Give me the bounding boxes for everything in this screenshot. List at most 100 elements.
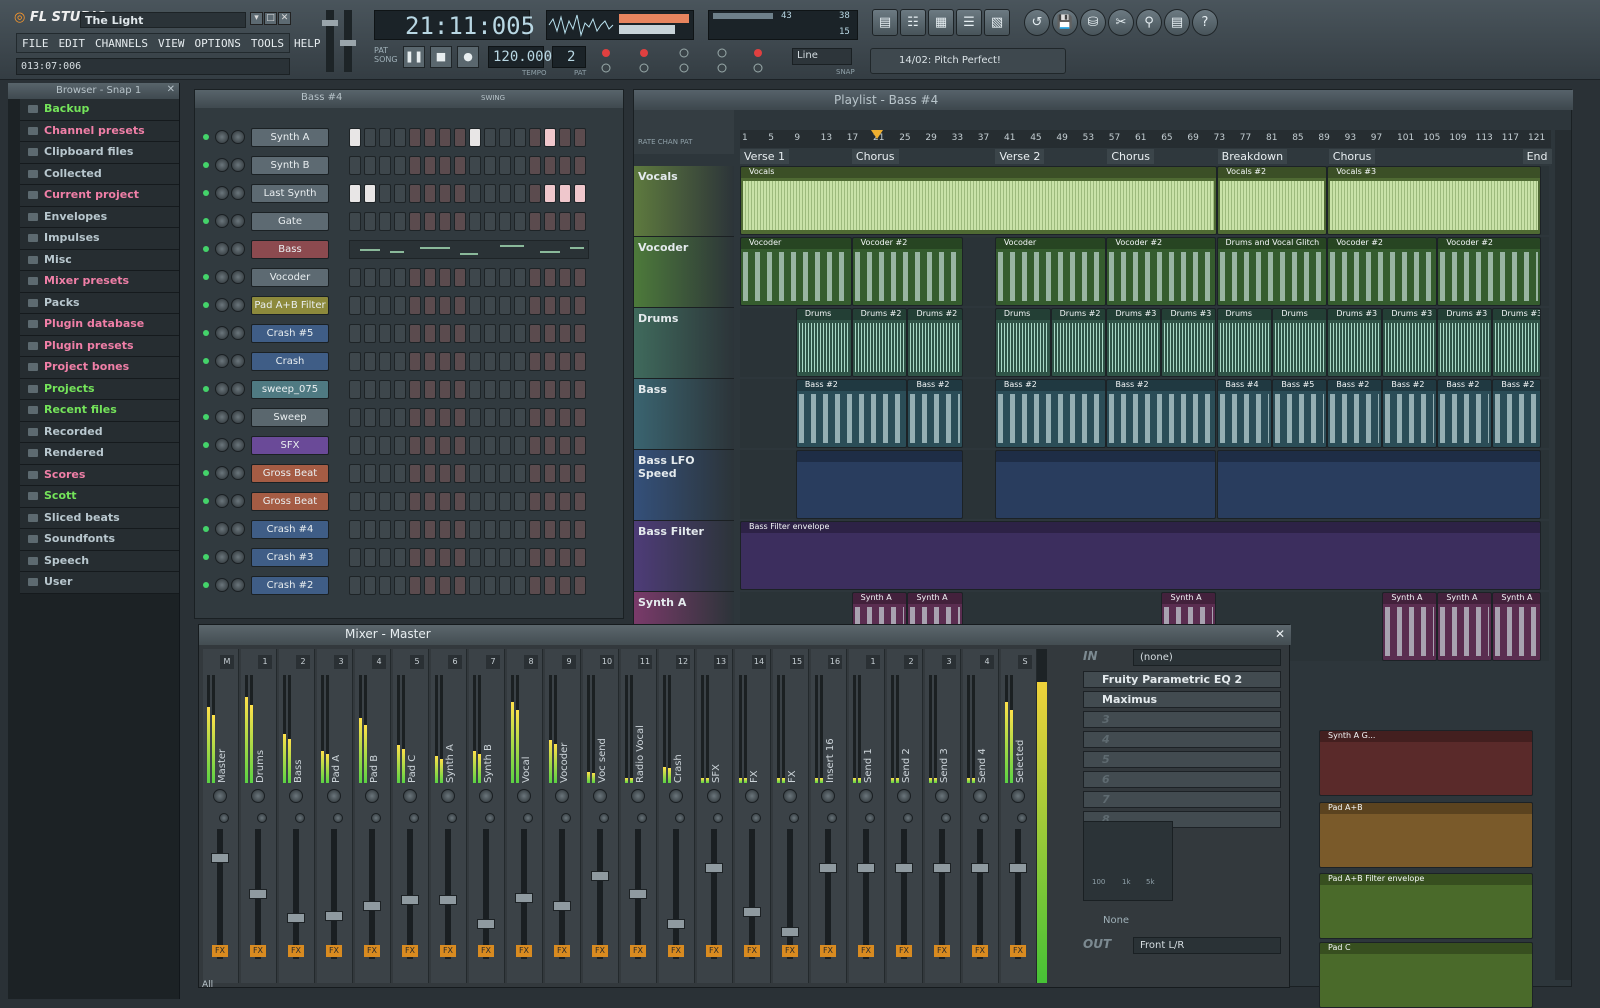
step-button[interactable]: [409, 324, 421, 343]
volume-fader[interactable]: [401, 895, 419, 905]
step-button[interactable]: [544, 324, 556, 343]
step-button[interactable]: [484, 324, 496, 343]
record-button[interactable]: ●: [457, 46, 479, 68]
step-button[interactable]: [424, 548, 436, 567]
step-button[interactable]: [529, 352, 541, 371]
master-pitch-slider[interactable]: [340, 10, 356, 72]
pattern-clip[interactable]: Bass #2: [994, 379, 1107, 448]
fader-track[interactable]: [483, 829, 489, 959]
step-button[interactable]: [394, 296, 406, 315]
step-button[interactable]: [439, 436, 451, 455]
channel-mute-led[interactable]: [203, 582, 209, 588]
browser-folder[interactable]: Soundfonts: [20, 529, 179, 551]
step-button[interactable]: [349, 408, 361, 427]
step-button[interactable]: [364, 324, 376, 343]
strip-stereo-knob[interactable]: [827, 813, 837, 823]
pause-button[interactable]: ❚❚: [403, 46, 425, 68]
pattern-clip[interactable]: Synth A: [1382, 592, 1438, 661]
browser-folder[interactable]: Channel presets: [20, 120, 179, 142]
waveform-monitor[interactable]: [546, 10, 694, 40]
pattern-clip[interactable]: Drums: [1272, 308, 1328, 377]
step-button[interactable]: [469, 128, 481, 147]
channel-volume-knob[interactable]: [231, 494, 245, 508]
step-button[interactable]: [349, 436, 361, 455]
fx-toggle[interactable]: FX: [744, 945, 760, 957]
step-button[interactable]: [409, 184, 421, 203]
mixer-strip[interactable]: 1 Send 1 FX: [849, 649, 885, 983]
step-button[interactable]: [364, 380, 376, 399]
step-button[interactable]: [349, 324, 361, 343]
step-button[interactable]: [529, 548, 541, 567]
pattern-clip[interactable]: Vocoder #2: [1106, 237, 1217, 306]
step-button[interactable]: [544, 380, 556, 399]
step-button[interactable]: [484, 408, 496, 427]
step-button[interactable]: [574, 520, 586, 539]
volume-fader[interactable]: [971, 862, 989, 873]
channel-name-button[interactable]: Gross Beat: [251, 464, 329, 483]
pattern-number[interactable]: 2: [552, 46, 586, 68]
step-button[interactable]: [424, 268, 436, 287]
step-button[interactable]: [379, 380, 391, 399]
step-button[interactable]: [394, 380, 406, 399]
pattern-title[interactable]: Bass #4: [301, 92, 342, 103]
step-button[interactable]: [349, 212, 361, 231]
volume-fader[interactable]: [895, 862, 913, 873]
step-button[interactable]: [349, 520, 361, 539]
step-button[interactable]: [454, 548, 466, 567]
snap-select[interactable]: Line: [792, 48, 852, 65]
channel-volume-knob[interactable]: [231, 186, 245, 200]
step-button[interactable]: [499, 464, 511, 483]
channel-mute-led[interactable]: [203, 246, 209, 252]
step-button[interactable]: [499, 492, 511, 511]
step-button[interactable]: [499, 576, 511, 595]
fader-track[interactable]: [369, 829, 375, 959]
strip-pan-knob[interactable]: [365, 789, 379, 803]
step-button[interactable]: [454, 156, 466, 175]
fx-slot[interactable]: 5: [1083, 751, 1281, 768]
fader-track[interactable]: [901, 829, 907, 959]
channel-pan-knob[interactable]: [215, 130, 229, 144]
pattern-clip[interactable]: Vocals: [740, 166, 1218, 235]
step-button[interactable]: [469, 156, 481, 175]
pattern-clip[interactable]: Bass #4: [1216, 379, 1273, 448]
channel-name-button[interactable]: Gate: [251, 212, 329, 231]
channel-name-button[interactable]: Gross Beat: [251, 492, 329, 511]
channel-name-button[interactable]: Crash: [251, 352, 329, 371]
browser-folder[interactable]: Recent files: [20, 400, 179, 422]
channel-volume-knob[interactable]: [231, 550, 245, 564]
pattern-clip[interactable]: Drums #3: [1327, 308, 1383, 377]
channel-volume-knob[interactable]: [231, 158, 245, 172]
step-button[interactable]: [529, 464, 541, 483]
fx-toggle[interactable]: FX: [630, 945, 646, 957]
step-button[interactable]: [454, 268, 466, 287]
step-button[interactable]: [469, 352, 481, 371]
pattern-clip[interactable]: Pad A+B Filter envelope: [1319, 873, 1533, 939]
strip-pan-knob[interactable]: [783, 789, 797, 803]
menu-file[interactable]: FILE: [17, 34, 54, 52]
step-button[interactable]: [559, 520, 571, 539]
step-button[interactable]: [484, 548, 496, 567]
eq-none-select[interactable]: None: [1103, 915, 1129, 926]
song-marker[interactable]: Verse 1: [740, 149, 789, 164]
step-button[interactable]: [439, 380, 451, 399]
step-button[interactable]: [424, 128, 436, 147]
step-button[interactable]: [394, 324, 406, 343]
step-button[interactable]: [529, 408, 541, 427]
time-display[interactable]: 21:11:005: [374, 10, 535, 40]
fx-toggle[interactable]: FX: [288, 945, 304, 957]
channel-mute-led[interactable]: [203, 134, 209, 140]
channel-pan-knob[interactable]: [215, 438, 229, 452]
strip-stereo-knob[interactable]: [447, 813, 457, 823]
step-button[interactable]: [484, 184, 496, 203]
step-button[interactable]: [574, 268, 586, 287]
step-button[interactable]: [409, 436, 421, 455]
browser-folder[interactable]: Backup: [20, 99, 179, 121]
step-button[interactable]: [379, 184, 391, 203]
mixer-strip[interactable]: 2 Send 2 FX: [887, 649, 923, 983]
document-icon[interactable]: ▤: [1164, 9, 1190, 36]
fader-track[interactable]: [331, 829, 337, 959]
step-button[interactable]: [439, 324, 451, 343]
step-button[interactable]: [364, 268, 376, 287]
song-marker[interactable]: Chorus: [1107, 149, 1154, 164]
channel-mute-led[interactable]: [203, 302, 209, 308]
